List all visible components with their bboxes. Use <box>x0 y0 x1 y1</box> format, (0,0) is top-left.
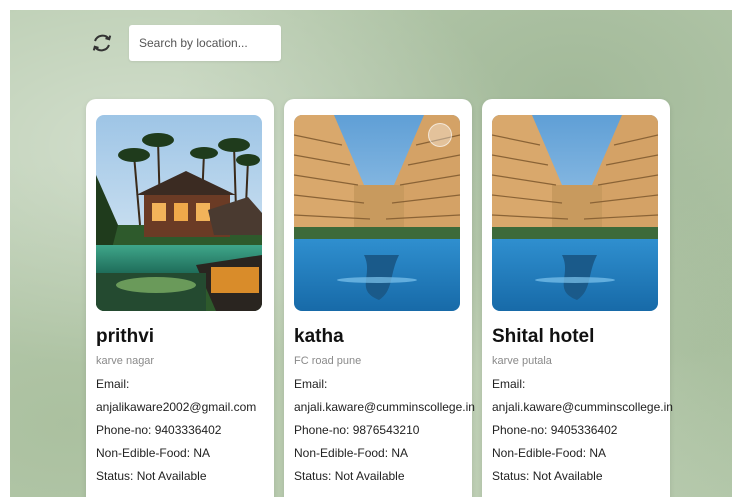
non-edible-food: Non-Edible-Food: NA <box>492 446 607 460</box>
listing-location: karve nagar <box>96 355 155 367</box>
email-value: anjalikaware2002@gmail.com <box>96 400 257 414</box>
listing-name: prithvi <box>96 326 155 347</box>
status-text: Status: Not Available <box>96 469 207 483</box>
listing-name: Shital hotel <box>492 326 595 347</box>
email-label: Email: <box>96 377 130 391</box>
email-value: anjali.kaware@cumminscollege.in <box>492 400 673 414</box>
email-label: Email: <box>492 377 526 391</box>
phone-number: Phone-no: 9876543210 <box>294 423 420 437</box>
listing-card[interactable]: prithvi karve nagar Email: anjalikaware2… <box>86 99 274 497</box>
hotel-photo <box>294 115 460 311</box>
status-text: Status: Not Available <box>294 469 405 483</box>
phone-number: Phone-no: 9405336402 <box>492 423 618 437</box>
email-value: anjali.kaware@cumminscollege.in <box>294 400 475 414</box>
email-label: Email: <box>294 377 328 391</box>
listing-card[interactable]: Shital hotel karve putala Email: anjali.… <box>482 99 673 497</box>
image-search-icon[interactable] <box>428 123 452 147</box>
hotel-photo <box>96 115 262 311</box>
status-text: Status: Not Available <box>492 469 603 483</box>
refresh-icon[interactable] <box>90 31 114 55</box>
non-edible-food: Non-Edible-Food: NA <box>294 446 409 460</box>
non-edible-food: Non-Edible-Food: NA <box>96 446 211 460</box>
search-input[interactable] <box>129 25 281 61</box>
page-background: prithvi karve nagar Email: anjalikaware2… <box>10 10 732 497</box>
hotel-photo <box>492 115 658 311</box>
listing-name: katha <box>294 326 344 347</box>
listing-location: FC road pune <box>294 355 362 367</box>
listing-card[interactable]: katha FC road pune Email: anjali.kaware@… <box>284 99 475 497</box>
phone-number: Phone-no: 9403336402 <box>96 423 222 437</box>
listing-location: karve putala <box>492 355 552 367</box>
